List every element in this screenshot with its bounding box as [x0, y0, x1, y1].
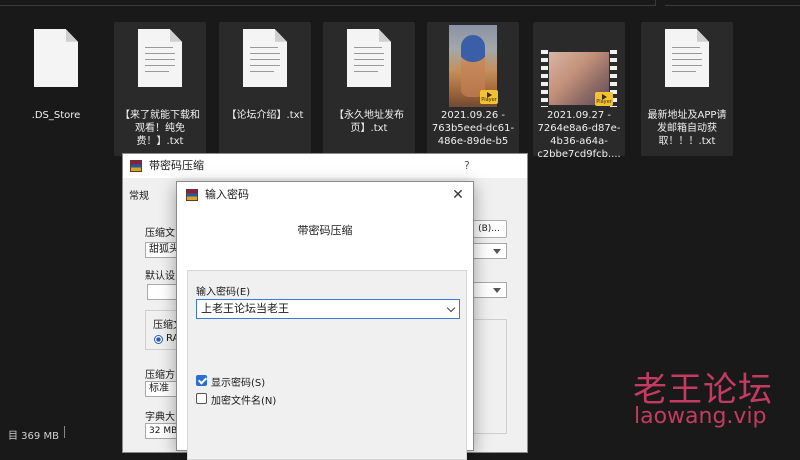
chevron-down-icon: [493, 288, 501, 293]
chevron-down-icon: [493, 249, 501, 254]
password-field-label: 输入密码(E): [196, 287, 251, 298]
encrypt-file-names-checkbox[interactable]: [196, 393, 207, 404]
password-value: 上老王论坛当老王: [201, 302, 289, 315]
file-item-latest-address-txt[interactable]: 最新地址及APP请发邮箱自动获取！！！.txt: [641, 22, 733, 156]
close-icon[interactable]: ✕: [449, 186, 467, 204]
compression-method-combo[interactable]: 标准: [145, 381, 179, 397]
player-badge-icon: Player: [595, 92, 613, 106]
rar-format-radio[interactable]: [154, 335, 163, 344]
password-dialog-heading: 带密码压缩: [297, 224, 353, 237]
file-item-download-txt[interactable]: 【来了就能下载和观看！纯免费！】.txt: [114, 22, 206, 156]
options-combo[interactable]: [473, 282, 507, 298]
dictionary-size-label: 字典大: [145, 412, 175, 423]
file-item-permanent-address-txt[interactable]: 【永久地址发布页】.txt: [323, 22, 415, 156]
watermark-logo-en: laowang.vip: [634, 404, 767, 429]
player-badge-icon: Player: [480, 90, 498, 104]
text-file-icon: [347, 29, 391, 87]
file-name: 【来了就能下载和观看！纯免费！】.txt: [120, 110, 200, 147]
dictionary-size-combo[interactable]: 32 MB: [145, 423, 179, 439]
password-dialog-title: 输入密码: [205, 188, 249, 201]
file-name: 【永久地址发布页】.txt: [334, 110, 404, 134]
winrar-icon: [186, 189, 198, 201]
default-profile-label: 默认设: [145, 271, 175, 282]
password-dialog-titlebar[interactable]: 输入密码 ✕: [177, 182, 473, 208]
file-name: 2021.09.27 - 7264e8a6-d87e-4b36-a64a-c2b…: [537, 110, 621, 160]
status-size: 目 369 MB: [8, 431, 59, 442]
file-item-forum-intro-txt[interactable]: 【论坛介绍】.txt: [219, 22, 311, 156]
blank-file-icon: [34, 29, 78, 87]
winrar-icon: [130, 160, 142, 172]
archive-dialog-title: 带密码压缩: [149, 159, 204, 172]
file-name: 【论坛介绍】.txt: [226, 110, 304, 121]
encrypt-file-names-label: 加密文件名(N): [211, 396, 277, 407]
text-file-icon: [243, 29, 287, 87]
password-panel: 输入密码(E) 上老王论坛当老王 显示密码(S) 加密文件名(N): [187, 270, 467, 460]
archive-options-group: [473, 319, 507, 434]
show-password-checkbox[interactable]: [196, 375, 207, 386]
profiles-button[interactable]: [147, 284, 179, 300]
file-item-video-0926[interactable]: Player 2021.09.26 - 763b5eed-dc61-486e-8…: [427, 22, 519, 156]
archive-name-label: 压缩文: [145, 228, 175, 239]
browse-button[interactable]: (B)...: [471, 220, 507, 238]
address-bar-edge: [0, 0, 656, 6]
file-item-video-0927[interactable]: Player 2021.09.27 - 7264e8a6-d87e-4b36-a…: [533, 22, 625, 160]
file-name: 2021.09.26 - 763b5eed-dc61-486e-89de-b5: [431, 110, 515, 147]
file-name: 最新地址及APP请发邮箱自动获取！！！.txt: [647, 110, 727, 147]
tab-general[interactable]: 常规: [129, 187, 149, 202]
text-file-icon: [665, 29, 709, 87]
password-input[interactable]: 上老王论坛当老王: [196, 299, 460, 319]
file-name: .DS_Store: [31, 110, 81, 121]
compression-method-label: 压缩方: [145, 370, 175, 381]
password-dialog: 输入密码 ✕ 带密码压缩 输入密码(E) 上老王论坛当老王 显示密码(S) 加密…: [176, 181, 474, 460]
file-item-ds-store[interactable]: .DS_Store: [10, 22, 102, 156]
help-icon[interactable]: ?: [464, 154, 470, 178]
search-bar-edge: [665, 0, 800, 6]
chevron-down-icon[interactable]: [446, 303, 456, 313]
show-password-label: 显示密码(S): [211, 378, 266, 389]
text-file-icon: [138, 29, 182, 87]
explorer-top-bar: [0, 0, 800, 6]
update-mode-combo[interactable]: [473, 243, 507, 259]
status-divider: [64, 426, 65, 438]
archive-dialog-titlebar[interactable]: 带密码压缩 ?: [123, 154, 527, 178]
